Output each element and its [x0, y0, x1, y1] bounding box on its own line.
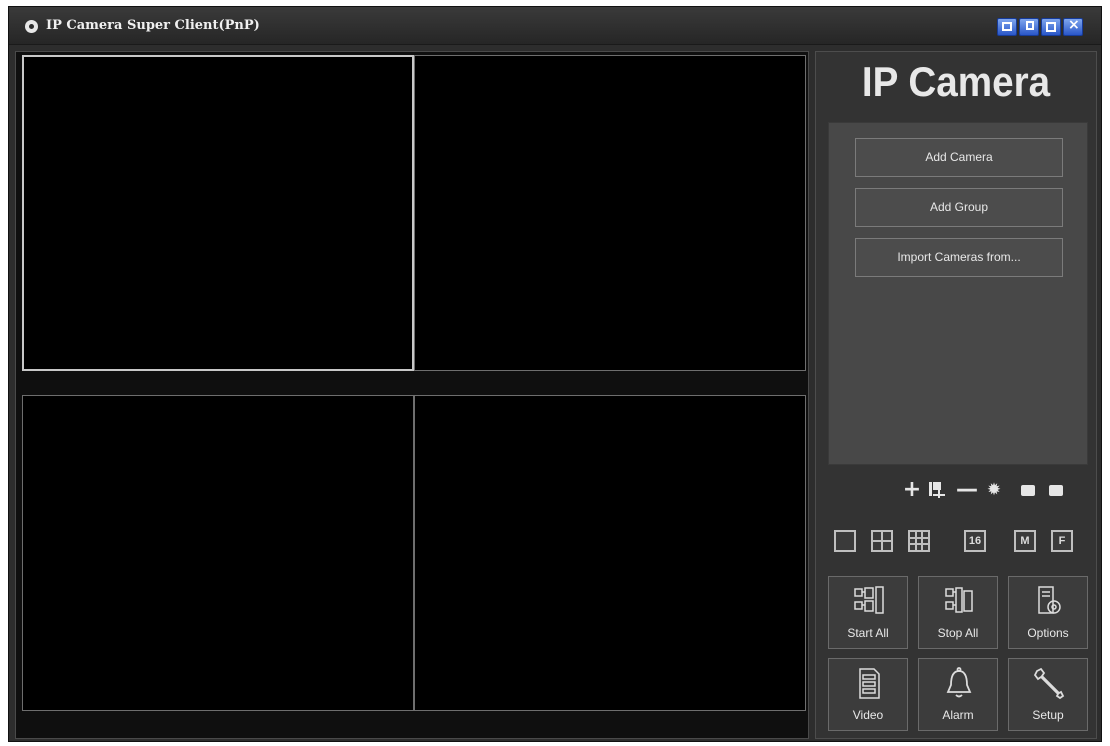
maximize-button[interactable] — [1041, 18, 1061, 36]
tile-windows-button[interactable] — [997, 18, 1017, 36]
options-label: Options — [1027, 626, 1069, 640]
video-pane-4[interactable] — [414, 395, 806, 711]
layout-4-button[interactable] — [871, 530, 893, 552]
setup-button[interactable]: Setup — [1008, 658, 1088, 731]
control-panel: IP Camera Add Camera Add Group Import Ca… — [815, 51, 1097, 739]
add-icon[interactable]: + — [902, 479, 922, 501]
video-grid — [15, 51, 809, 739]
options-button[interactable]: Options — [1008, 576, 1088, 649]
add-group-button[interactable]: Add Group — [855, 188, 1063, 227]
layout-multi-button[interactable]: M — [1014, 530, 1036, 552]
video-pane-3[interactable] — [22, 395, 414, 711]
edit-icon-shape — [1021, 485, 1035, 496]
add-group-icon-part — [933, 482, 941, 490]
start-all-label: Start All — [847, 626, 889, 640]
close-icon: × — [1068, 17, 1080, 33]
stop-all-label: Stop All — [937, 626, 979, 640]
setup-label: Setup — [1032, 708, 1064, 722]
cascade-windows-button[interactable] — [1019, 18, 1039, 36]
close-button[interactable]: × — [1063, 17, 1083, 36]
bell-icon — [946, 667, 972, 698]
brand-logo: IP Camera — [861, 58, 1051, 105]
stop-all-button[interactable]: Stop All — [918, 576, 998, 649]
video-pane-2[interactable] — [414, 55, 806, 371]
add-camera-button[interactable]: Add Camera — [855, 138, 1063, 177]
video-pane-1[interactable] — [22, 55, 414, 371]
layout-9-button[interactable] — [908, 530, 930, 552]
maximize-icon — [1046, 22, 1056, 32]
layout-fullscreen-button[interactable]: F — [1051, 530, 1073, 552]
import-cameras-button[interactable]: Import Cameras from... — [855, 238, 1063, 277]
cascade-icon — [1026, 21, 1034, 30]
export-icon-shape — [1049, 485, 1063, 496]
settings-icon[interactable]: ✹ — [984, 480, 1004, 500]
video-button[interactable]: Video — [828, 658, 908, 731]
alarm-label: Alarm — [942, 708, 974, 722]
window-title: IP Camera Super Client(PnP) — [46, 18, 260, 33]
layout-1-button[interactable] — [834, 530, 856, 552]
title-bar[interactable]: IP Camera Super Client(PnP) × — [9, 7, 1101, 45]
stop-all-icon — [945, 587, 973, 613]
wrench-icon — [1033, 667, 1065, 700]
alarm-button[interactable]: Alarm — [918, 658, 998, 731]
start-all-button[interactable]: Start All — [828, 576, 908, 649]
tile-icon — [1002, 22, 1012, 31]
add-group-icon-part — [929, 482, 932, 496]
layout-16-button[interactable]: 16 — [964, 530, 986, 552]
video-icon — [859, 668, 880, 699]
start-all-icon — [854, 586, 884, 614]
add-group-icon-part — [938, 490, 940, 498]
app-window: IP Camera Super Client(PnP) × IP Camera … — [8, 6, 1102, 742]
options-icon — [1038, 586, 1061, 614]
app-icon — [25, 20, 38, 33]
remove-icon[interactable]: — — [956, 479, 978, 501]
video-label: Video — [852, 708, 884, 722]
camera-tree[interactable]: Add Camera Add Group Import Cameras from… — [828, 122, 1088, 465]
